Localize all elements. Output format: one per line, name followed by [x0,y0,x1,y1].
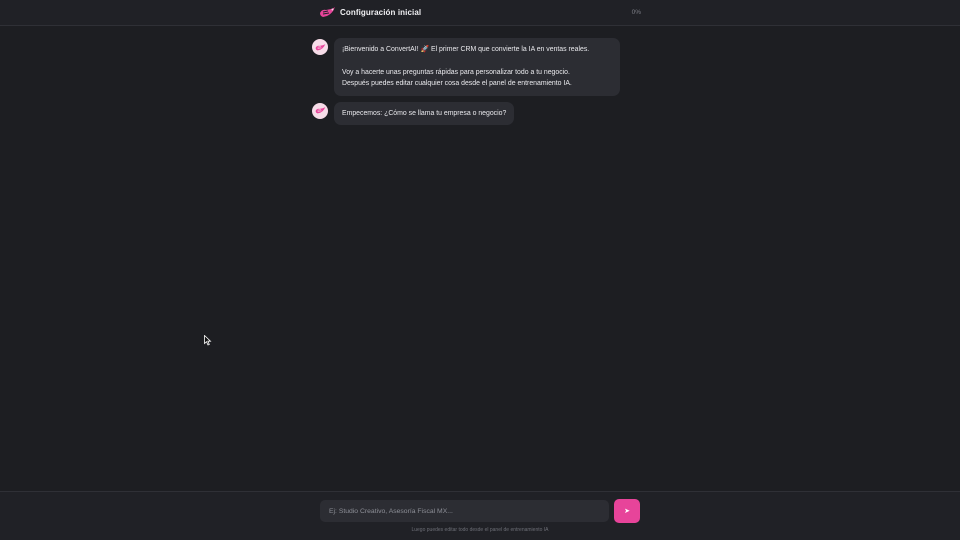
send-icon: ➤ [624,508,630,515]
message-bubble: Empecemos: ¿Cómo se llama tu empresa o n… [334,101,515,126]
header-bar: Configuración inicial 0% [0,0,960,26]
assistant-avatar [312,102,328,119]
progress-percent: 0% [631,9,641,16]
logo-icon [319,6,336,20]
rocket-hand-icon [315,43,325,50]
message-input[interactable] [329,507,609,515]
composer-bar: ➤ Luego puedes editar todo desde el pane… [0,491,960,540]
message-line: Después puedes editar cualquier cosa des… [342,80,572,88]
footer-note: Luego puedes editar todo desde el panel … [411,527,549,533]
message-line: Empecemos: ¿Cómo se llama tu empresa o n… [342,109,507,117]
chat-message: ¡Bienvenido a ConvertAI! 🚀 El primer CRM… [312,38,642,96]
message-line: Voy a hacerte unas preguntas rápidas par… [342,69,570,76]
assistant-avatar [312,39,328,55]
app-window: Configuración inicial 0% ¡Bienvenido a C… [0,0,960,540]
send-button[interactable]: ➤ [614,499,640,523]
page-title: Configuración inicial [340,8,422,17]
message-bubble: ¡Bienvenido a ConvertAI! 🚀 El primer CRM… [334,38,620,96]
chat-message: Empecemos: ¿Cómo se llama tu empresa o n… [312,101,642,126]
mouse-cursor-icon [204,333,212,346]
message-input-wrapper[interactable] [320,500,609,522]
chat-thread: ¡Bienvenido a ConvertAI! 🚀 El primer CRM… [312,38,642,131]
message-line: ¡Bienvenido a ConvertAI! 🚀 El primer CRM… [342,46,590,53]
rocket-hand-icon [315,107,325,114]
header-content: Configuración inicial 0% [319,0,641,25]
